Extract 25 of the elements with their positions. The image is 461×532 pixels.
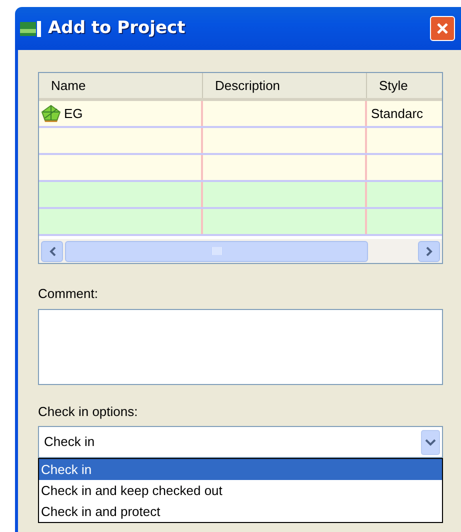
dropdown-option[interactable]: Check in [39, 459, 442, 480]
close-button[interactable] [430, 16, 455, 41]
comment-label: Comment: [38, 285, 99, 303]
table-row[interactable] [39, 128, 442, 155]
column-header[interactable]: Name [39, 73, 203, 98]
column-header[interactable]: Style [367, 73, 439, 98]
check-in-options-dropdown[interactable]: Check in [38, 426, 443, 458]
scroll-right-button[interactable] [418, 240, 440, 262]
table-row[interactable] [39, 182, 442, 209]
check-in-options-label: Check in options: [38, 402, 139, 421]
table-cell-text: Standarc [371, 104, 424, 123]
horizontal-scrollbar[interactable] [39, 239, 442, 263]
column-header[interactable]: Description [203, 73, 367, 98]
table-row[interactable] [39, 155, 442, 182]
pentagon-icon [41, 104, 61, 122]
grip-icon [212, 247, 222, 255]
table-row[interactable]: EG Standarc [39, 101, 442, 128]
scroll-left-button[interactable] [41, 240, 63, 262]
comment-field[interactable] [38, 308, 443, 384]
close-icon [436, 22, 449, 35]
table-cell-text: EG [64, 104, 83, 123]
window-title: Add to Project [48, 16, 186, 40]
table-row[interactable] [39, 209, 442, 236]
window-icon [20, 20, 42, 38]
scroll-thumb[interactable] [65, 240, 368, 262]
